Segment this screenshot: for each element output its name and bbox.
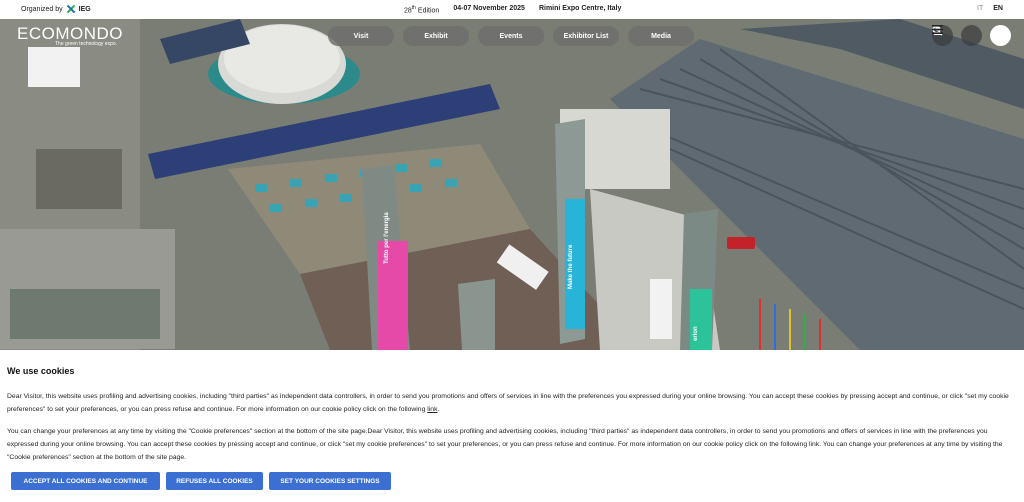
- event-venue: Rimini Expo Centre, Italy: [538, 5, 622, 12]
- tower-ad-energia: Tutto per l'energia: [384, 212, 390, 264]
- header-icons: [932, 25, 1011, 46]
- cookie-buttons: ACCEPT ALL COOKIES AND CONTINUE REFUSES …: [11, 472, 391, 490]
- expo-aerial-photo: [0, 19, 1024, 350]
- cookie-policy-link[interactable]: link: [427, 406, 437, 413]
- nav-exhibit[interactable]: Exhibit: [403, 26, 469, 46]
- nav-media[interactable]: Media: [628, 26, 694, 46]
- cookie-banner: We use cookies Dear Visitor, this websit…: [0, 350, 1024, 502]
- organizer[interactable]: Organized by IEG: [21, 5, 91, 13]
- top-info-bar: Organized by IEG 28th Edition 04-07 Nove…: [0, 0, 1024, 19]
- nav-visit[interactable]: Visit: [328, 26, 394, 46]
- cookie-title: We use cookies: [7, 366, 75, 376]
- organizer-name: IEG: [78, 5, 91, 13]
- edition: 28th Edition: [404, 5, 440, 15]
- ieg-logo-icon: [67, 5, 75, 13]
- lang-en[interactable]: EN: [993, 5, 1003, 12]
- event-dates: 04-07 November 2025: [453, 5, 525, 12]
- event-info: 28th Edition 04-07 November 2025 Rimini …: [404, 5, 621, 14]
- refuse-all-button[interactable]: REFUSES ALL COOKIES: [166, 472, 263, 490]
- hero-image: Tutto per l'energia Make the future erio…: [0, 19, 1024, 350]
- nav-exhibitor-list[interactable]: Exhibitor List: [553, 26, 619, 46]
- menu-icon[interactable]: [932, 25, 1011, 46]
- user-icon[interactable]: [933, 25, 982, 46]
- lang-it[interactable]: IT: [977, 5, 983, 12]
- cookie-settings-button[interactable]: SET YOUR COOKIES SETTINGS: [269, 472, 391, 490]
- language-switcher: IT EN: [977, 5, 1003, 12]
- cookie-paragraph-2: You can change your preferences at any t…: [7, 428, 1003, 461]
- organized-by-label: Organized by: [21, 5, 63, 13]
- nav-events[interactable]: Events: [478, 26, 544, 46]
- logo-tagline: The green technology expo.: [55, 41, 117, 47]
- accept-all-button[interactable]: ACCEPT ALL COOKIES AND CONTINUE: [11, 472, 160, 490]
- cookie-paragraph-1: Dear Visitor, this website uses profilin…: [7, 393, 1009, 413]
- tower-ad-future: Make the future: [568, 244, 574, 289]
- main-nav: Visit Exhibit Events Exhibitor List Medi…: [328, 26, 694, 46]
- ecomondo-logo[interactable]: ECOMONDO The green technology expo.: [17, 24, 123, 47]
- tower-ad-erion: erion: [693, 326, 699, 341]
